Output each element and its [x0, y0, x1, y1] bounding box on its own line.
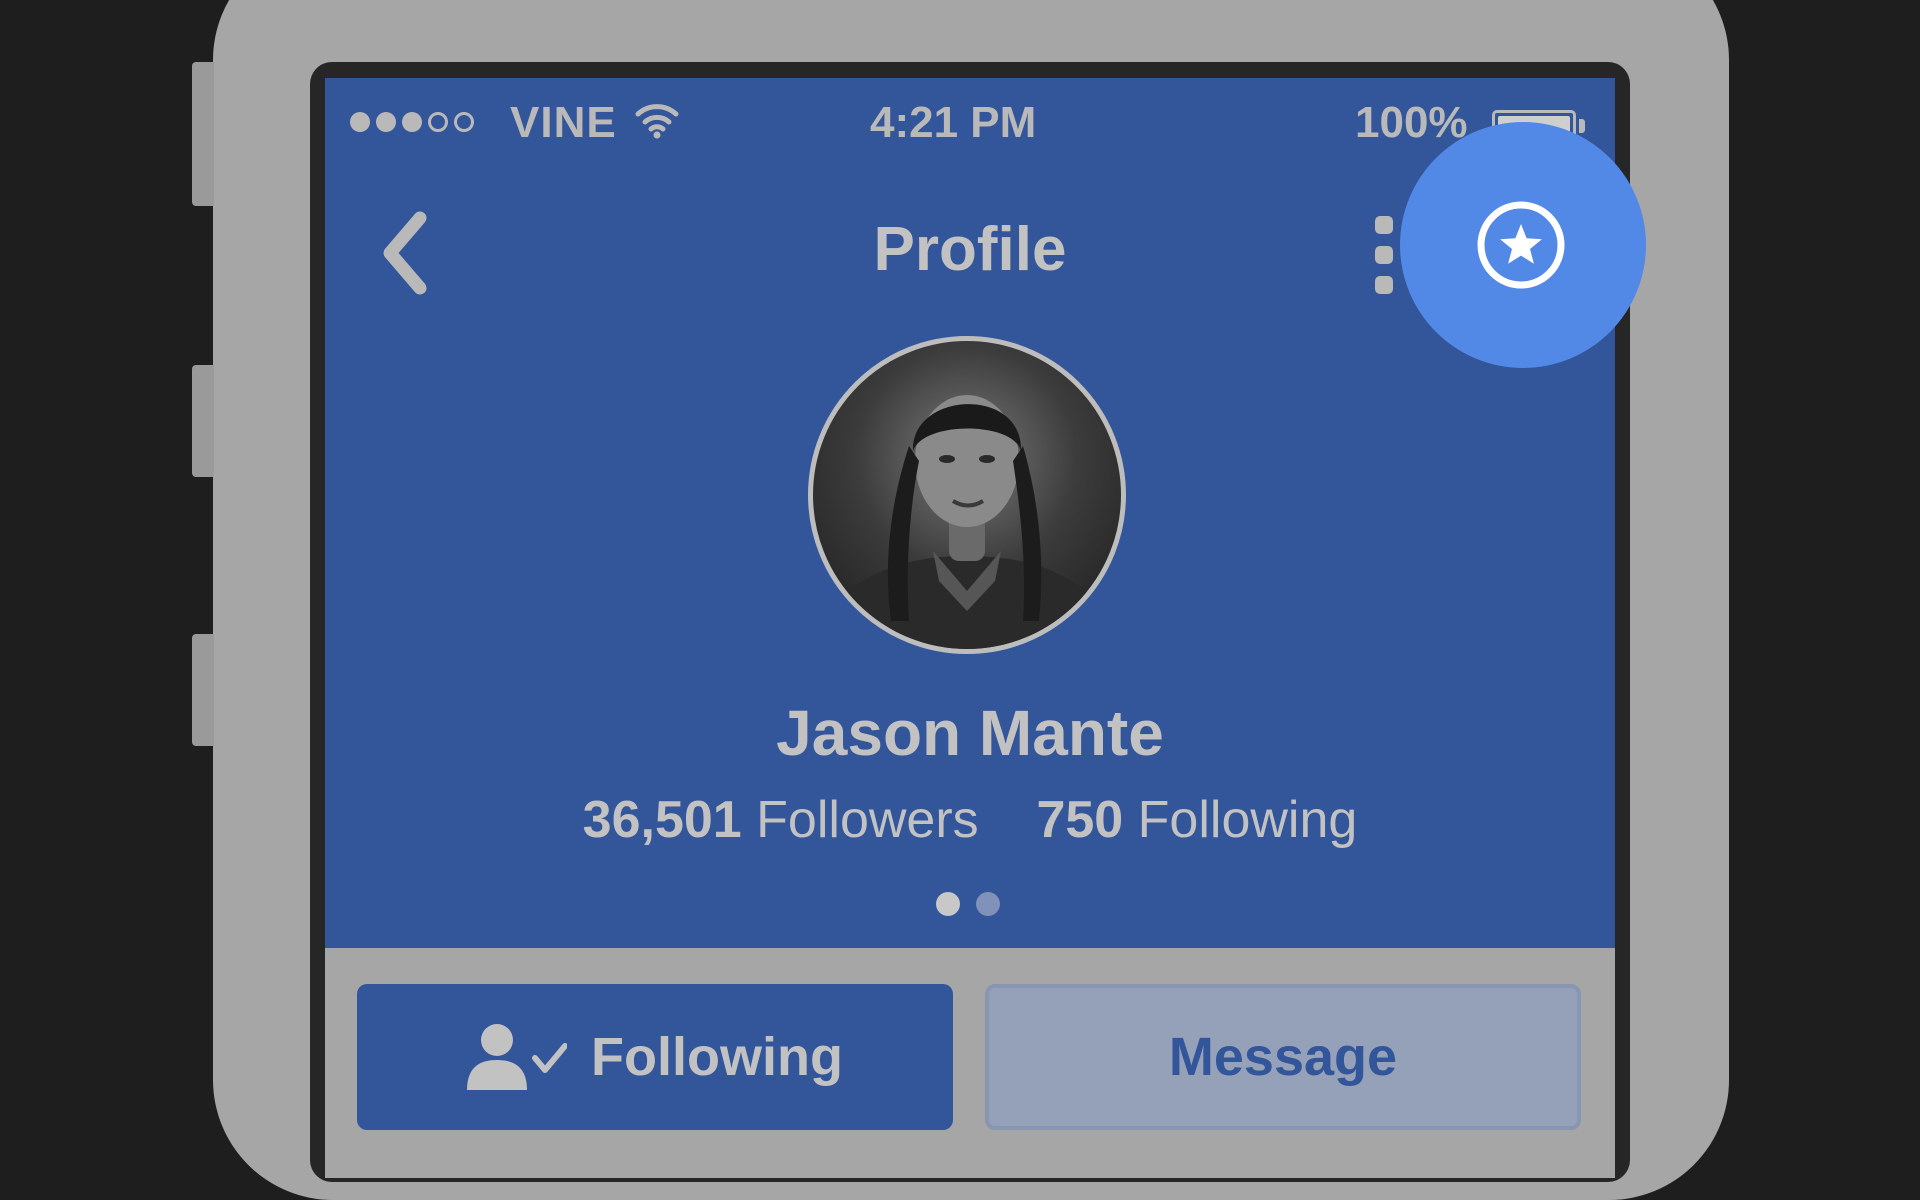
following-button-label: Following [591, 1027, 843, 1087]
volume-up-button [192, 365, 214, 477]
profile-name: Jason Mante [776, 697, 1164, 769]
vertical-dots-icon[interactable] [1365, 208, 1405, 308]
followers-count: 36,501 [582, 791, 742, 849]
followers-label: Followers [756, 791, 979, 849]
action-bar: Following Message [325, 948, 1615, 1178]
status-bar: VINE 4:21 PM 100% [325, 78, 1615, 162]
follow-stats: 36,501 Followers 750 Following [325, 790, 1615, 850]
volume-down-button [192, 634, 214, 746]
message-button-label: Message [1168, 1027, 1398, 1087]
signal-strength-icon [350, 112, 474, 132]
following-button[interactable]: Following [357, 984, 953, 1130]
following-label: Following [1137, 791, 1358, 849]
page-indicator [936, 892, 1000, 916]
user-check-icon [467, 1024, 568, 1090]
wifi-icon [635, 104, 679, 139]
following-count: 750 [1036, 791, 1124, 849]
battery-nub [1579, 119, 1585, 133]
message-button[interactable]: Message [985, 984, 1581, 1130]
page-dot-active[interactable] [936, 892, 960, 916]
clock: 4:21 PM [870, 98, 1037, 147]
star-circle-icon[interactable] [1476, 200, 1566, 290]
battery-percent: 100% [1355, 98, 1468, 147]
mute-switch [192, 62, 214, 206]
avatar [808, 336, 1126, 654]
carrier-name: VINE [510, 98, 617, 147]
page-dot[interactable] [976, 892, 1000, 916]
